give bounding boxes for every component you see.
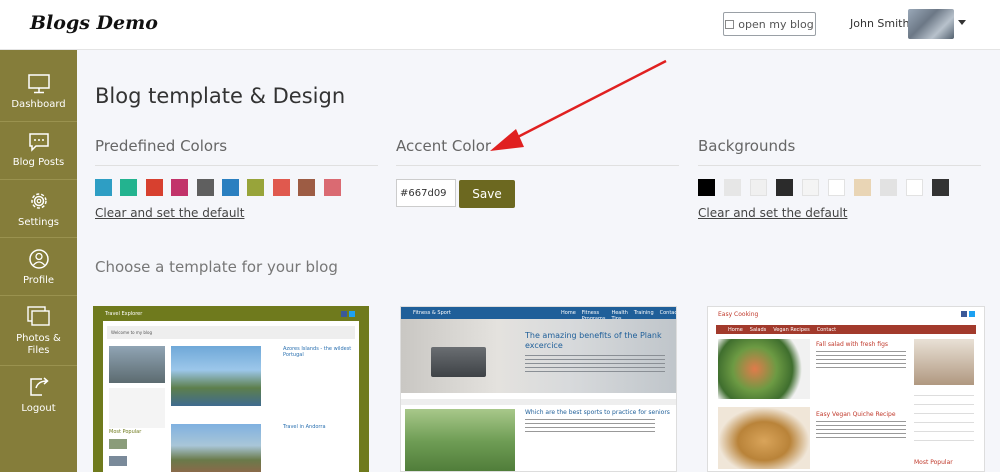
sidebar-item-label: Settings [17,217,59,228]
save-button[interactable]: Save [459,180,515,208]
background-swatch[interactable] [932,179,949,196]
accent-color-title: Accent Color [396,137,492,155]
sidebar-item-label: Logout [21,403,56,414]
background-swatch[interactable] [698,179,715,196]
open-my-blog-label: open my blog [738,17,814,31]
accent-color-input[interactable] [396,179,456,207]
gear-icon [30,193,47,209]
predefined-color-swatch[interactable] [247,179,265,196]
sidebar-item-settings[interactable]: Settings [0,180,77,238]
sidebar-item-logout[interactable]: Logout [0,366,77,424]
predefined-color-swatch[interactable] [120,179,138,196]
avatar[interactable] [908,9,954,39]
page-title: Blog template & Design [95,84,346,108]
sidebar-item-label: Dashboard [11,99,66,110]
twitter-icon [349,311,355,317]
predefined-color-swatch[interactable] [323,179,341,196]
template-headline: Easy Vegan Quiche Recipe [816,411,896,418]
template-nav: Home Salads Vegan Recipes Contact [728,327,837,333]
background-swatch[interactable] [828,179,845,196]
sidebar-item-dashboard[interactable]: Dashboard [0,64,77,122]
sidebar-item-label: Blog Posts [12,157,65,168]
user-name[interactable]: John Smith [850,17,909,30]
open-my-blog-button[interactable]: open my blog [723,12,816,36]
template-brand: Easy Cooking [718,311,759,318]
sidebar-item-label: Photos & Files [16,333,61,356]
template-brand: Fitness & Sport [413,310,451,316]
choose-template-title: Choose a template for your blog [95,258,338,276]
background-swatch[interactable] [724,179,741,196]
predefined-color-swatch[interactable] [222,179,239,196]
sidebar-item-label: Profile [22,275,55,286]
background-swatch[interactable] [854,179,871,196]
chevron-down-icon[interactable] [958,20,966,25]
backgrounds-title: Backgrounds [698,137,796,155]
predefined-color-swatch[interactable] [145,179,163,196]
template-headline: Azores Islands - the wildest Portugal [283,346,352,358]
background-swatch[interactable] [880,179,897,196]
divider [698,165,981,166]
template-card-cooking[interactable]: Easy Cooking Home Salads Vegan Recipes Cont… [707,306,985,472]
predefined-colors-title: Predefined Colors [95,137,228,155]
template-headline: The amazing benefits of the Plank excerc… [525,331,662,350]
template-headline: Which are the best sports to practice fo… [525,409,670,416]
divider [95,165,378,166]
sidebar-item-blog-posts[interactable]: Blog Posts [0,122,77,180]
background-swatch[interactable] [750,179,767,196]
template-card-travel[interactable]: Travel Explorer Welcome to my blog Azore… [93,306,369,472]
app-logo[interactable]: Blogs Demo [30,12,158,34]
sidebar: Dashboard Blog Posts Settings Profile Ph… [0,50,77,472]
sidebar-item-profile[interactable]: Profile [0,238,77,296]
speech-bubble-icon [28,133,49,152]
annotation-arrow-icon [490,59,667,151]
background-swatch[interactable] [906,179,923,196]
sidebar-item-photos-files[interactable]: Photos & Files [0,296,77,366]
background-swatch[interactable] [776,179,793,196]
template-brand: Travel Explorer [105,311,143,317]
facebook-icon [341,311,347,317]
template-headline: Fall salad with fresh figs [816,341,889,348]
user-icon [28,249,49,269]
background-swatch[interactable] [802,179,819,196]
facebook-icon [961,311,967,317]
predefined-color-swatch[interactable] [95,179,112,196]
twitter-icon [969,311,975,317]
template-headline: Travel in Andorra [283,424,326,430]
predefined-reset-link[interactable]: Clear and set the default [95,206,244,220]
external-link-icon [725,19,735,29]
images-icon [26,306,50,326]
template-sidebar-heading: Most Popular [914,459,953,466]
backgrounds-reset-link[interactable]: Clear and set the default [698,206,847,220]
predefined-color-swatch[interactable] [272,179,290,196]
predefined-color-swatch[interactable] [298,179,316,196]
top-header: Blogs Demo open my blog John Smith [0,0,1000,50]
template-card-fitness[interactable]: Fitness & Sport HomeFitness ProgramsHeal… [400,306,677,472]
divider [396,165,679,166]
template-sidebar-heading: Most Popular [109,429,142,435]
monitor-icon [27,74,50,94]
predefined-color-swatch[interactable] [196,179,214,196]
predefined-color-swatch[interactable] [171,179,189,196]
logout-icon [29,377,49,396]
template-welcome: Welcome to my blog [107,326,355,339]
